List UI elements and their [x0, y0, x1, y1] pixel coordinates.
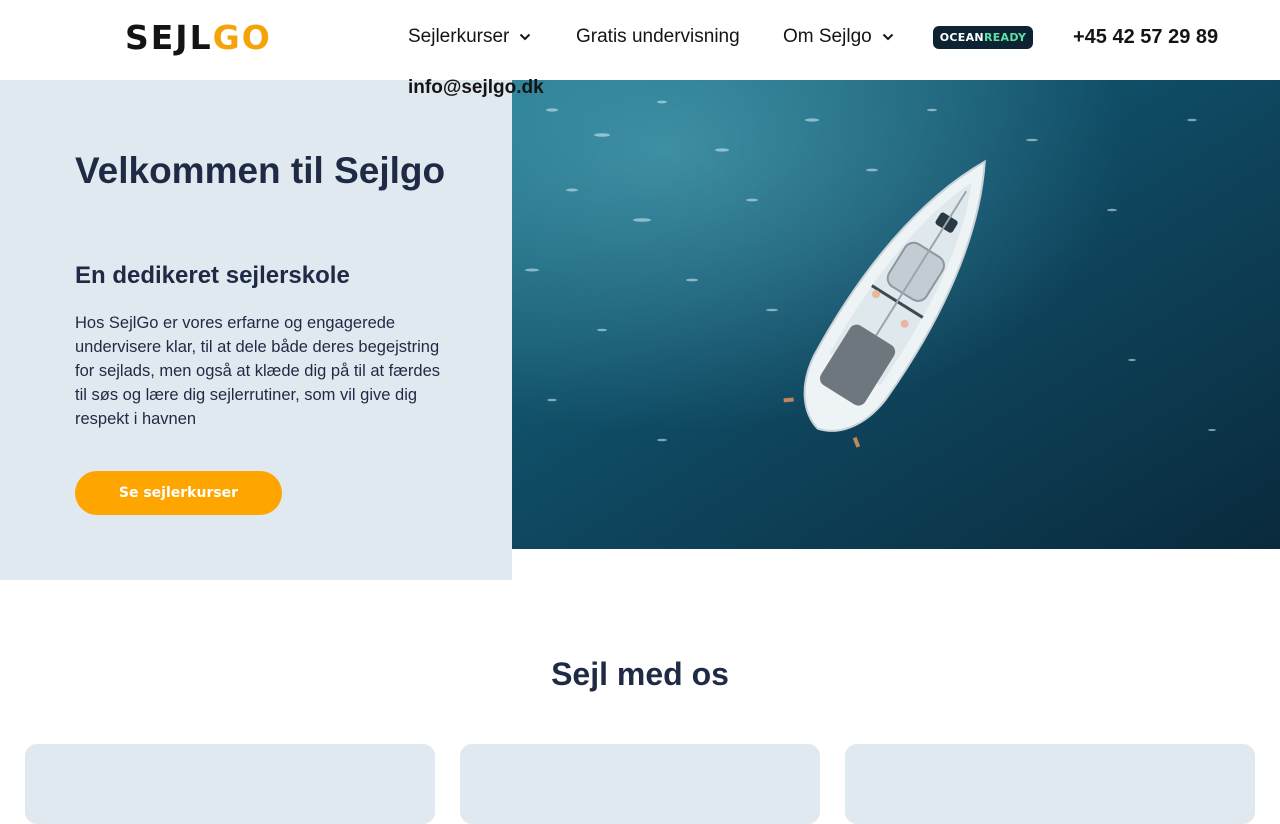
badge-part-ready: READY [983, 31, 1027, 44]
see-courses-button[interactable]: Se sejlerkurser [75, 471, 282, 515]
hero-subtitle: En dedikeret sejlerskole [75, 262, 350, 289]
hero-description: Hos SejlGo er vores erfarne og engagered… [75, 314, 441, 428]
hero-title: Velkommen til Sejlgo [75, 150, 446, 191]
nav-sejlerkurser[interactable]: Sejlerkurser [408, 24, 531, 50]
chevron-down-icon [882, 31, 894, 43]
sejlgo-logo[interactable]: SEJLGO [125, 18, 272, 58]
course-card-3[interactable] [845, 744, 1255, 824]
course-card-2[interactable] [460, 744, 820, 824]
phone-link[interactable]: +45 42 57 29 89 [1073, 24, 1218, 50]
nav-gratis-undervisning-label: Gratis undervisning [576, 26, 740, 47]
logo-part-sejl: SEJL [125, 18, 213, 57]
course-card-1[interactable] [25, 744, 435, 824]
oceanready-badge[interactable]: OCEANREADY [933, 26, 1033, 49]
chevron-down-icon [519, 31, 531, 43]
nav-sejlerkurser-label: Sejlerkurser [408, 26, 510, 47]
nav-om-sejlgo[interactable]: Om Sejlgo [783, 24, 894, 50]
badge-part-ocean: OCEAN [939, 31, 984, 44]
nav-om-sejlgo-label: Om Sejlgo [783, 26, 872, 47]
section-title: Sejl med os [551, 656, 729, 692]
email-link[interactable]: info@sejlgo.dk [408, 75, 544, 101]
logo-part-go: GO [212, 18, 272, 57]
sailboat-image [512, 80, 1280, 549]
nav-gratis-undervisning[interactable]: Gratis undervisning [576, 24, 740, 50]
site-header: SEJLGO Sejlerkurser Gratis undervisning … [0, 0, 1280, 80]
